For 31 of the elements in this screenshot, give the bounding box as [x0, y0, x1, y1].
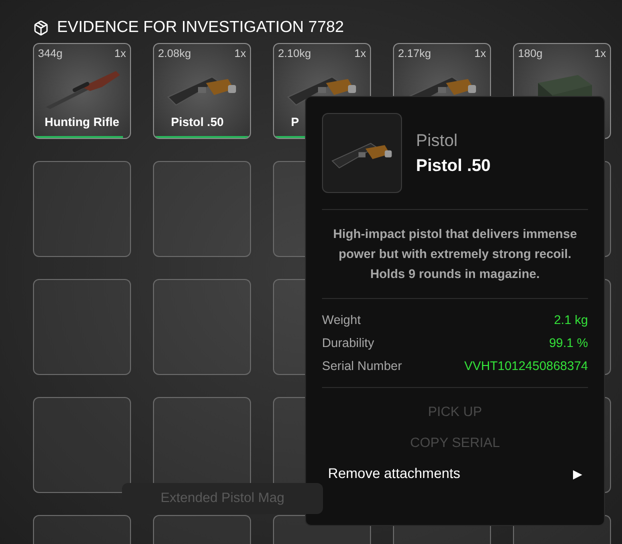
package-icon — [33, 20, 49, 36]
page-title: EVIDENCE FOR INVESTIGATION 7782 — [57, 18, 344, 38]
menu-item[interactable]: Remove attachments ▶ — [322, 458, 588, 490]
stat-value: VVHT1012450868374 — [464, 358, 588, 374]
item-count: 1x — [594, 47, 606, 62]
item-description: High-impact pistol that delivers immense power but with extremely strong recoil. Holds 9 rounds in magazine. — [322, 210, 588, 299]
item-count: 1x — [354, 47, 366, 62]
empty-slot[interactable] — [33, 397, 131, 493]
item-slot[interactable]: 344g 1x Hunting Rifle — [33, 43, 131, 139]
item-name: Hunting Rifle — [44, 114, 120, 130]
item-weight: 2.10kg — [278, 47, 312, 62]
item-count: 1x — [474, 47, 486, 62]
item-weight: 344g — [38, 47, 62, 62]
stat-label: Serial Number — [322, 358, 402, 374]
empty-slot[interactable] — [153, 279, 251, 375]
item-weight: 2.08kg — [158, 47, 192, 62]
item-slot[interactable]: 2.08kg 1x Pistol .50 — [153, 43, 251, 139]
empty-slot[interactable] — [33, 161, 131, 257]
stat-label: Durability — [322, 334, 374, 352]
stat-value: 99.1 % — [549, 334, 588, 352]
item-title: Pistol .50 — [416, 155, 491, 177]
item-count: 1x — [114, 47, 126, 62]
item-count: 1x — [234, 47, 246, 62]
empty-slot[interactable] — [153, 161, 251, 257]
stat-label: Weight — [322, 312, 361, 329]
item-name: Pistol .50 — [171, 114, 225, 130]
item-name: P — [291, 114, 300, 130]
empty-slot[interactable] — [33, 279, 131, 375]
item-weight: 180g — [518, 47, 542, 62]
stat-value: 2.1 kg — [554, 312, 588, 329]
item-weight: 2.17kg — [398, 47, 432, 62]
